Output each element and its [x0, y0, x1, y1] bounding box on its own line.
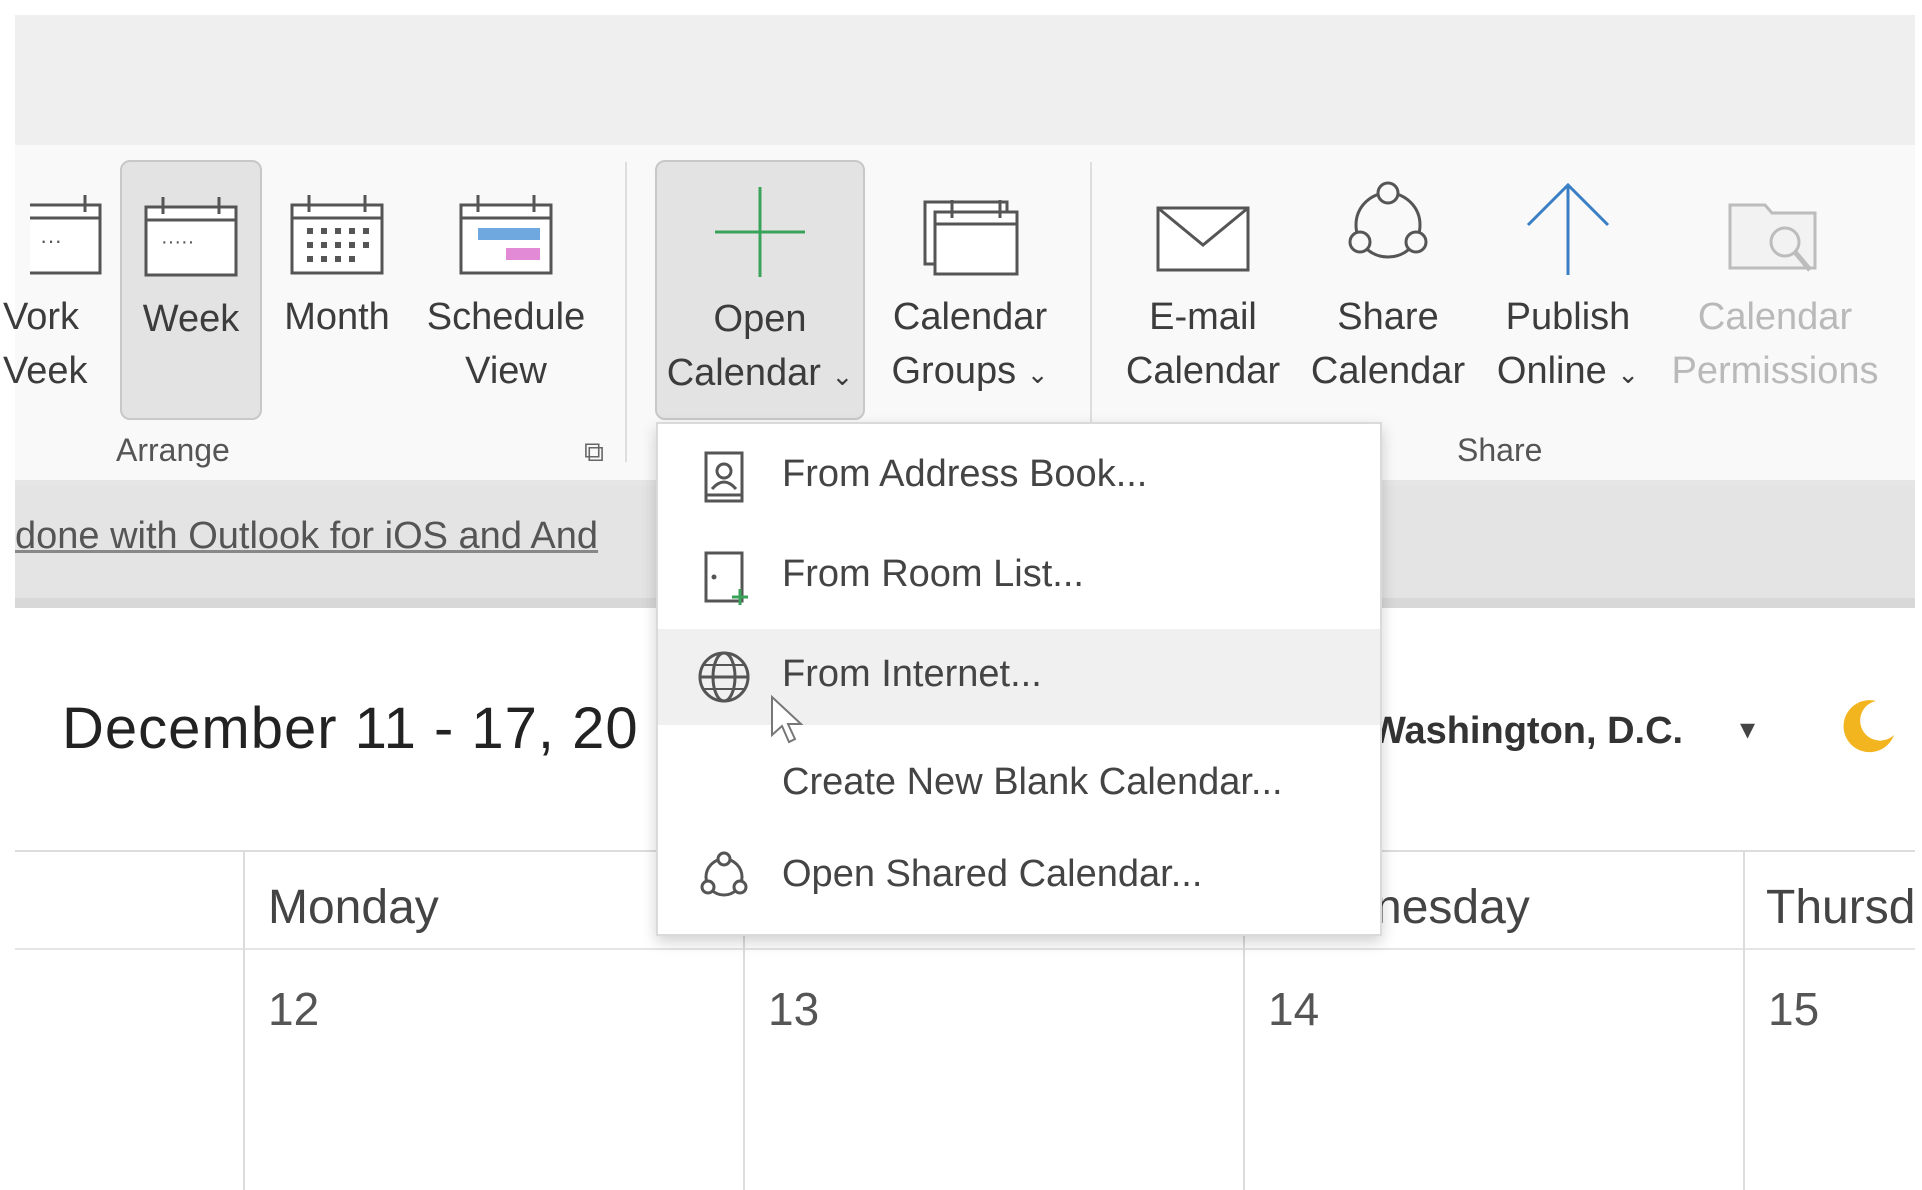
open-calendar-label-1: Open	[713, 298, 807, 340]
month-label: Month	[284, 296, 390, 338]
share-calendar-label-1: Share	[1337, 296, 1439, 338]
date-range-title: December 11 - 17, 20	[62, 696, 639, 761]
menu-item-create-new-blank-calendar[interactable]: Create New Blank Calendar...	[658, 737, 1380, 833]
calendar-permissions-button[interactable]: Calendar Permissions	[1660, 160, 1890, 416]
schedule-view-icon	[456, 180, 556, 295]
menu-item-from-address-book[interactable]: From Address Book...	[658, 429, 1380, 525]
calendar-header-divider	[15, 948, 1915, 950]
menu-item-label: From Address Book...	[782, 453, 1148, 495]
moon-icon	[1838, 695, 1898, 760]
day-header-wednesday: nesday	[1375, 881, 1530, 934]
menu-item-label: From Internet...	[782, 653, 1042, 695]
day-header-thursday: Thursd	[1766, 881, 1916, 934]
arrange-dialog-launcher-icon[interactable]: ⧉	[584, 436, 604, 469]
calendar-groups-label-1: Calendar	[892, 296, 1048, 338]
month-icon	[287, 180, 387, 295]
open-calendar-label-2: Calendar	[666, 352, 821, 394]
menu-item-label: Open Shared Calendar...	[782, 853, 1203, 895]
menu-item-from-room-list[interactable]: From Room List...	[658, 529, 1380, 625]
day-number[interactable]: 14	[1268, 982, 1319, 1036]
plus-icon	[710, 182, 810, 297]
day-number[interactable]: 13	[768, 982, 819, 1036]
arrow-up-icon	[1518, 180, 1618, 295]
share-calendar-button[interactable]: Share Calendar	[1300, 160, 1476, 416]
menu-item-label: Create New Blank Calendar...	[782, 761, 1283, 803]
open-calendar-button[interactable]: Open Calendar ⌄	[655, 160, 865, 420]
room-list-icon	[696, 549, 752, 615]
day-column-divider	[1743, 850, 1745, 1190]
open-calendar-menu: From Address Book... From Room List... F…	[656, 422, 1382, 936]
email-calendar-label-2: Calendar	[1125, 350, 1281, 392]
share-icon	[1338, 180, 1438, 295]
ribbon-separator	[1090, 162, 1092, 422]
folder-search-icon	[1720, 180, 1830, 295]
arrange-group-label: Arrange	[116, 432, 230, 468]
day-number[interactable]: 12	[268, 982, 319, 1036]
calendar-permissions-label-1: Calendar	[1697, 296, 1853, 338]
week-label: Week	[142, 298, 240, 340]
week-button[interactable]: ····· Week	[120, 160, 262, 420]
globe-icon	[696, 649, 752, 715]
email-calendar-label-1: E-mail	[1149, 296, 1257, 338]
title-bar-area	[15, 15, 1915, 145]
work-week-icon: ···	[8, 180, 105, 295]
work-week-button[interactable]: ··· Vork Veek	[3, 160, 102, 410]
share-group-label: Share	[1457, 432, 1543, 468]
svg-text:·····: ·····	[161, 231, 194, 253]
info-bar-link[interactable]: done with Outlook for iOS and And	[15, 515, 598, 558]
schedule-view-label-2: View	[465, 350, 547, 392]
publish-online-button[interactable]: Publish Online ⌄	[1488, 160, 1648, 416]
chevron-down-icon: ⌄	[1617, 359, 1640, 389]
email-calendar-button[interactable]: E-mail Calendar	[1118, 160, 1288, 416]
calendar-groups-button[interactable]: Calendar Groups ⌄	[875, 160, 1065, 416]
week-icon: ·····	[141, 182, 241, 297]
share-calendar-label-2: Calendar	[1310, 350, 1466, 392]
day-header-monday: Monday	[268, 881, 439, 934]
publish-online-label-2: Online	[1496, 350, 1607, 392]
menu-item-open-shared-calendar[interactable]: Open Shared Calendar...	[658, 829, 1380, 925]
calendar-groups-label-2: Groups	[891, 350, 1017, 392]
calendar-groups-icon	[920, 180, 1020, 295]
day-number[interactable]: 15	[1768, 982, 1819, 1036]
work-week-label-1: Vork	[3, 296, 80, 338]
shared-calendar-icon	[696, 849, 752, 915]
chevron-down-icon: ⌄	[1026, 359, 1049, 389]
caret-down-icon[interactable]: ▾	[1740, 712, 1755, 747]
calendar-permissions-label-2: Permissions	[1671, 350, 1879, 392]
schedule-view-label-1: Schedule	[426, 296, 586, 338]
ribbon-separator	[625, 162, 627, 462]
schedule-view-button[interactable]: Schedule View	[418, 160, 594, 416]
menu-item-from-internet[interactable]: From Internet...	[658, 629, 1380, 744]
address-book-icon	[696, 449, 752, 515]
envelope-icon	[1153, 180, 1253, 295]
work-week-label-2: Veek	[3, 350, 88, 392]
timezone-selector[interactable]: Washington, D.C.	[1370, 710, 1683, 753]
month-button[interactable]: Month	[272, 160, 402, 416]
svg-text:···: ···	[40, 228, 62, 253]
chevron-down-icon: ⌄	[831, 361, 854, 391]
menu-item-label: From Room List...	[782, 553, 1084, 595]
day-column-divider	[243, 850, 245, 1190]
publish-online-label-1: Publish	[1505, 296, 1631, 338]
